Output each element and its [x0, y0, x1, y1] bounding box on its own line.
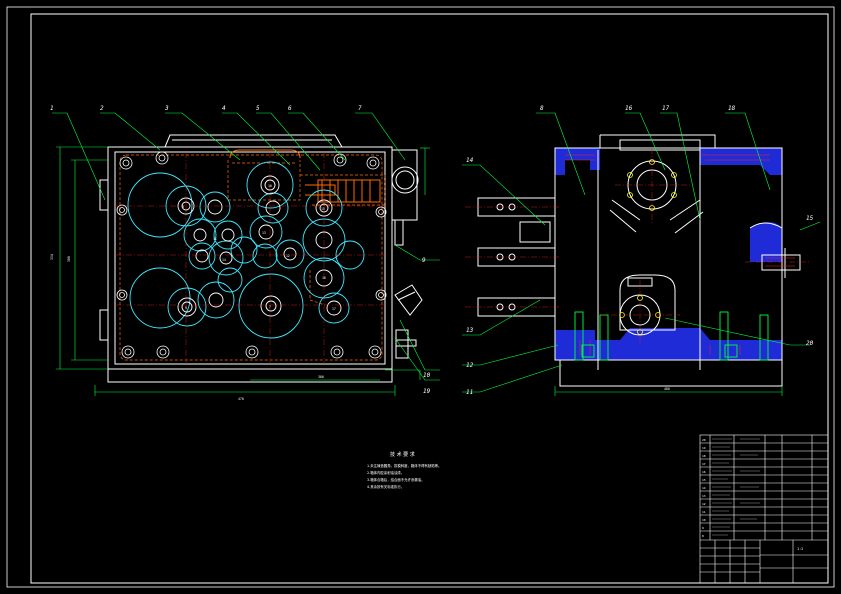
svg-text:10: 10 [423, 372, 431, 379]
svg-text:13: 13 [702, 494, 706, 498]
svg-text:12: 12 [466, 362, 474, 369]
svg-text:17: 17 [332, 307, 336, 311]
svg-text:4: 4 [222, 105, 226, 112]
svg-text:14: 14 [702, 486, 706, 490]
svg-text:8: 8 [540, 105, 544, 112]
svg-text:470: 470 [238, 397, 244, 401]
svg-text:6: 6 [288, 105, 292, 112]
svg-text:16: 16 [702, 470, 706, 474]
svg-text:9: 9 [185, 306, 187, 310]
svg-text:15: 15 [321, 207, 325, 211]
svg-text:8: 8 [702, 534, 704, 538]
svg-text:5: 5 [256, 105, 260, 112]
svg-text:13: 13 [466, 327, 474, 334]
svg-text:16: 16 [322, 276, 326, 280]
svg-text:9: 9 [422, 257, 426, 264]
notes-line-2: 2.箱体内腔涂耐油油漆。 [367, 470, 404, 475]
svg-text:2: 2 [100, 105, 104, 112]
side-dim-values: 480 [664, 387, 670, 391]
svg-text:8: 8 [182, 205, 184, 209]
svg-text:18: 18 [728, 105, 736, 112]
svg-text:334: 334 [50, 254, 54, 260]
svg-text:1:2: 1:2 [797, 547, 803, 551]
svg-text:480: 480 [664, 387, 670, 391]
svg-text:300: 300 [67, 256, 71, 262]
svg-text:13: 13 [262, 231, 266, 235]
svg-text:11: 11 [702, 510, 706, 514]
notes-line-4: 4.其余按有关标准执行。 [367, 484, 404, 489]
svg-text:10: 10 [268, 184, 272, 188]
svg-text:15: 15 [702, 478, 706, 482]
notes-title: 技 术 要 求 [390, 451, 415, 458]
svg-text:1: 1 [50, 105, 54, 112]
svg-text:19: 19 [423, 388, 431, 395]
svg-text:20: 20 [702, 438, 706, 442]
svg-text:18: 18 [702, 454, 706, 458]
svg-text:9: 9 [702, 526, 704, 530]
svg-text:15: 15 [806, 215, 814, 222]
cad-drawing-canvas: 81015 111312 14169 7 17 1 2 3 4 5 6 7 9 … [0, 0, 841, 594]
svg-text:16: 16 [625, 105, 633, 112]
svg-text:11: 11 [466, 389, 473, 396]
svg-text:14: 14 [222, 258, 226, 262]
svg-text:300: 300 [318, 375, 324, 379]
svg-text:19: 19 [702, 446, 706, 450]
notes-line-3: 3.箱体合箱后，结合面不允许渗漏油。 [367, 477, 424, 482]
svg-text:17: 17 [662, 105, 670, 112]
svg-text:3: 3 [164, 105, 169, 112]
svg-text:14: 14 [466, 157, 474, 164]
notes-line-1: 1.未注铸造圆角，拔模斜度，箱体不得有缺陷等。 [367, 463, 441, 468]
svg-text:10: 10 [702, 518, 706, 522]
svg-text:7: 7 [358, 105, 362, 112]
svg-text:7: 7 [269, 305, 271, 309]
svg-text:20: 20 [806, 340, 814, 347]
svg-text:12: 12 [702, 502, 706, 506]
svg-text:17: 17 [702, 462, 706, 466]
svg-text:12: 12 [286, 254, 290, 258]
svg-text:11: 11 [213, 237, 217, 241]
